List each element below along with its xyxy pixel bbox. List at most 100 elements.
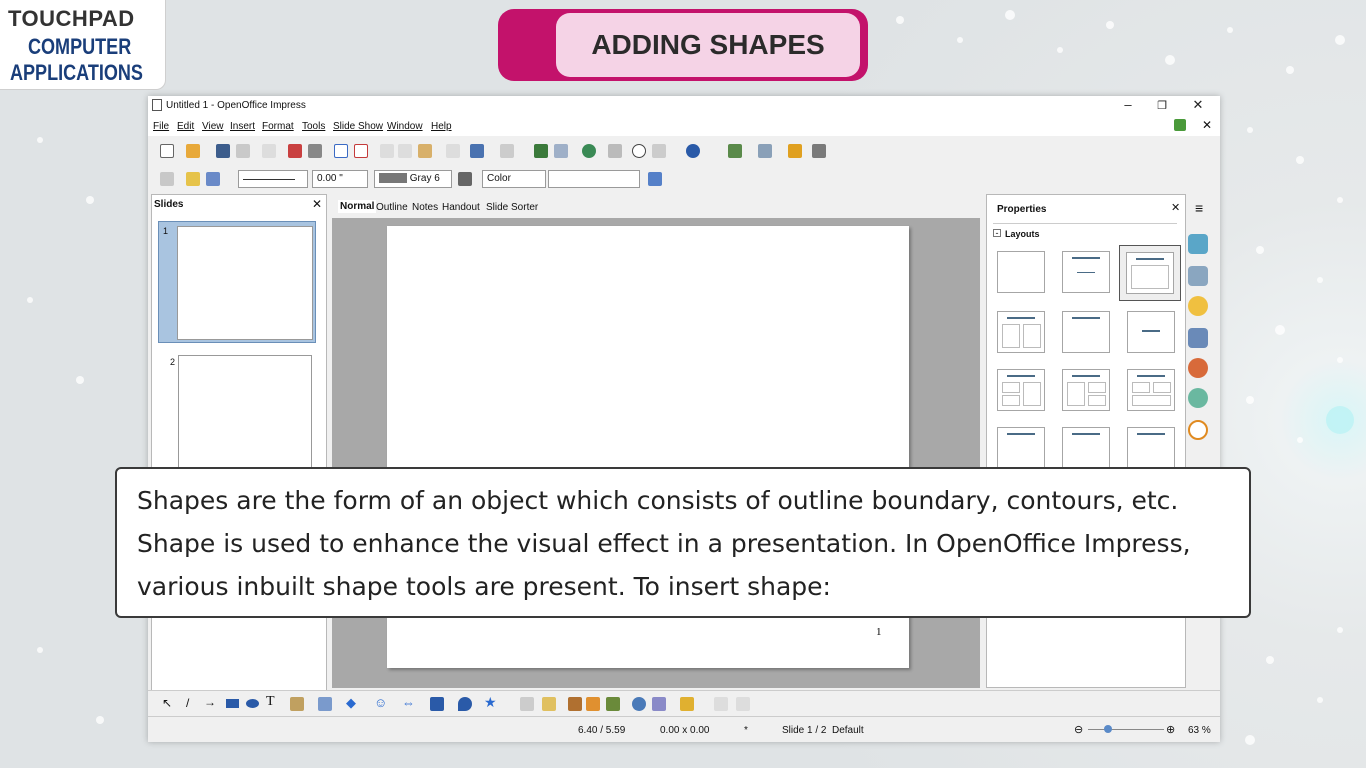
- arrow-style-icon[interactable]: [206, 172, 220, 186]
- zoom-out-icon[interactable]: ⊖: [1074, 723, 1083, 736]
- menu-help[interactable]: Help: [431, 121, 452, 132]
- symbol-shapes-icon[interactable]: ☺: [374, 695, 387, 710]
- edit-file-icon[interactable]: [262, 144, 276, 158]
- open-icon[interactable]: [186, 144, 200, 158]
- zoom-slider[interactable]: [1088, 729, 1164, 730]
- layout-title-two-rows[interactable]: [997, 427, 1045, 469]
- layout-four-left[interactable]: [997, 369, 1045, 411]
- properties-deck-icon[interactable]: [1188, 234, 1208, 254]
- gallery-tool-icon[interactable]: [606, 697, 620, 711]
- area-fill-select[interactable]: [548, 170, 640, 188]
- layout-four-objects[interactable]: [1062, 427, 1110, 469]
- stars-icon[interactable]: ★: [484, 694, 497, 711]
- save-icon[interactable]: [216, 144, 230, 158]
- chart-icon[interactable]: [534, 144, 548, 158]
- menu-file[interactable]: File: [153, 121, 169, 132]
- sidebar-menu-icon[interactable]: ≡: [1195, 200, 1203, 216]
- close-properties-panel-button[interactable]: ✕: [1171, 201, 1180, 214]
- menu-insert[interactable]: Insert: [230, 121, 255, 132]
- menu-format[interactable]: Format: [262, 121, 294, 132]
- area-style-select[interactable]: Color: [482, 170, 546, 188]
- zoom-icon[interactable]: [652, 144, 666, 158]
- update-icon[interactable]: [1174, 119, 1186, 131]
- line-style-select[interactable]: [238, 170, 308, 188]
- copy-icon[interactable]: [398, 144, 412, 158]
- export-pdf-icon[interactable]: [288, 144, 302, 158]
- navigator-icon[interactable]: [632, 144, 646, 158]
- zoom-slider-thumb[interactable]: [1104, 725, 1112, 733]
- zoom-in-icon[interactable]: ⊕: [1166, 723, 1175, 736]
- tab-notes[interactable]: Notes: [412, 202, 438, 213]
- tab-normal[interactable]: Normal: [338, 200, 377, 213]
- gallery-icon[interactable]: [1188, 388, 1208, 408]
- tab-handout[interactable]: Handout: [442, 202, 480, 213]
- menu-window[interactable]: Window: [387, 121, 423, 132]
- hyperlink-icon[interactable]: [582, 144, 596, 158]
- format-paintbrush-icon[interactable]: [446, 144, 460, 158]
- spellcheck-icon[interactable]: [334, 144, 348, 158]
- layout-six-objects[interactable]: [1127, 427, 1175, 469]
- layout-centered-text[interactable]: [1127, 311, 1175, 353]
- fill-icon[interactable]: [458, 172, 472, 186]
- basic-shapes-icon[interactable]: ◆: [346, 695, 356, 711]
- autospell-icon[interactable]: [354, 144, 368, 158]
- layout-title-slide[interactable]: [1062, 311, 1110, 353]
- layout-title-only[interactable]: [1062, 251, 1110, 293]
- close-document-button[interactable]: ✕: [1202, 118, 1212, 132]
- layout-title-content-selected[interactable]: [1119, 245, 1181, 301]
- text-icon[interactable]: T: [266, 694, 275, 710]
- menu-tools[interactable]: Tools: [302, 121, 325, 132]
- glue-points-icon[interactable]: [542, 697, 556, 711]
- table-icon[interactable]: [554, 144, 568, 158]
- navigator-deck-icon[interactable]: [1188, 420, 1208, 440]
- slide-thumbnail-1-selected[interactable]: 1: [158, 221, 316, 343]
- select-icon[interactable]: ↖: [162, 696, 172, 710]
- pencil-icon[interactable]: [186, 172, 200, 186]
- shadow-icon[interactable]: [648, 172, 662, 186]
- zoom-percent[interactable]: 63 %: [1188, 725, 1211, 736]
- print-icon[interactable]: [308, 144, 322, 158]
- from-file-icon[interactable]: [586, 697, 600, 711]
- interaction-icon[interactable]: [736, 697, 750, 711]
- slide-thumbnail-2[interactable]: 2: [158, 353, 316, 473]
- ellipse-icon[interactable]: [246, 699, 259, 708]
- minimize-button[interactable]: –: [1116, 97, 1140, 112]
- menu-edit[interactable]: Edit: [177, 121, 194, 132]
- styles-icon[interactable]: [1188, 358, 1208, 378]
- close-slides-panel-button[interactable]: ✕: [312, 197, 322, 211]
- arrow-line-icon[interactable]: →: [204, 695, 216, 709]
- callouts-icon[interactable]: [458, 697, 472, 711]
- slide-transition-icon[interactable]: [1188, 328, 1208, 348]
- extrusion-icon[interactable]: [714, 697, 728, 711]
- fontwork-icon[interactable]: [568, 697, 582, 711]
- redo-icon[interactable]: [500, 144, 514, 158]
- layout-blank[interactable]: [997, 251, 1045, 293]
- slideshow-icon[interactable]: [812, 144, 826, 158]
- line-color-select[interactable]: Gray 6: [374, 170, 452, 188]
- restore-button[interactable]: ❐: [1150, 99, 1174, 112]
- rectangle-icon[interactable]: [226, 699, 239, 708]
- undo-icon[interactable]: [470, 144, 484, 158]
- layout-two-columns[interactable]: [997, 311, 1045, 353]
- layout-icon[interactable]: [788, 144, 802, 158]
- line-icon[interactable]: [160, 172, 174, 186]
- help-icon[interactable]: [686, 144, 700, 158]
- custom-animation-icon[interactable]: [1188, 296, 1208, 316]
- line-tool-icon[interactable]: /: [186, 696, 189, 710]
- tab-slide-sorter[interactable]: Slide Sorter: [486, 202, 538, 213]
- tab-outline[interactable]: Outline: [376, 202, 408, 213]
- flowchart-icon[interactable]: [430, 697, 444, 711]
- block-arrows-icon[interactable]: ⇔: [402, 695, 415, 710]
- slide-icon[interactable]: [728, 144, 742, 158]
- slide-design-icon[interactable]: [758, 144, 772, 158]
- close-window-button[interactable]: ✕: [1186, 97, 1210, 113]
- menu-view[interactable]: View: [202, 121, 224, 132]
- layout-three-block[interactable]: [1127, 369, 1175, 411]
- cut-icon[interactable]: [380, 144, 394, 158]
- collapse-layouts-icon[interactable]: -: [993, 229, 1001, 238]
- master-pages-icon[interactable]: [1188, 266, 1208, 286]
- new-icon[interactable]: [160, 144, 174, 158]
- align-icon[interactable]: [652, 697, 666, 711]
- connector-icon[interactable]: [318, 697, 332, 711]
- points-icon[interactable]: [520, 697, 534, 711]
